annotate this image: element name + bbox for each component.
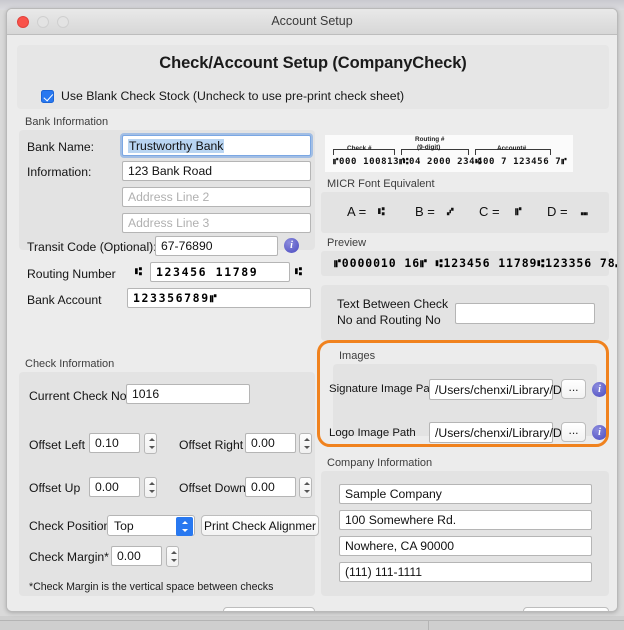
check-margin-stepper[interactable] xyxy=(166,546,179,567)
transit-code-label: Transit Code (Optional): xyxy=(27,240,157,254)
check-position-label: Check Position xyxy=(29,519,110,533)
signature-browse-button[interactable]: ... xyxy=(561,379,586,399)
micr-font-equivalent-label: MICR Font Equivalent xyxy=(327,178,435,190)
routing-symbol-left-icon: ⑆ xyxy=(135,264,144,278)
logo-image-path-label: Logo Image Path xyxy=(329,427,416,439)
company-line-3-input[interactable]: Nowhere, CA 90000 xyxy=(339,536,592,556)
chevron-updown-icon xyxy=(176,517,193,536)
page-title: Check/Account Setup (CompanyCheck) xyxy=(17,54,609,73)
routing-number-caption-line1: Routing # xyxy=(415,136,444,143)
bank-name-label: Bank Name: xyxy=(27,140,94,154)
offset-up-stepper[interactable] xyxy=(144,477,157,498)
information-label: Information: xyxy=(27,165,91,179)
offset-left-stepper[interactable] xyxy=(144,433,157,454)
check-margin-label: Check Margin* xyxy=(29,550,109,564)
desktop-backdrop-bottom xyxy=(0,616,624,630)
micr-letter-a: A = xyxy=(347,204,366,219)
screen: Account Setup Check/Account Setup (Compa… xyxy=(0,0,624,630)
offset-right-label: Offset Right xyxy=(179,438,243,452)
transit-code-info-icon[interactable]: i xyxy=(284,238,299,253)
current-check-no-input[interactable]: 1016 xyxy=(126,384,250,404)
check-information-group-label: Check Information xyxy=(25,358,114,370)
window-content: Check/Account Setup (CompanyCheck) Use B… xyxy=(7,35,618,612)
check-number-caption: Check # xyxy=(347,145,372,152)
window-titlebar[interactable]: Account Setup xyxy=(7,9,617,35)
check-position-select[interactable]: Top xyxy=(107,515,195,536)
micr-letter-b: B = xyxy=(415,204,435,219)
check-sample-micr-check: ⑈000 100813⑈ xyxy=(333,157,405,167)
logo-browse-button[interactable]: ... xyxy=(561,422,586,442)
signature-info-icon[interactable]: i xyxy=(592,382,607,397)
help-button[interactable]: Help xyxy=(523,607,609,612)
backdrop-seam xyxy=(0,620,624,621)
micr-letter-c: C = xyxy=(479,204,500,219)
check-sample-micr-routing: ⑆04 2000 234⑆ xyxy=(403,157,481,167)
check-sample-image: Check # Routing # (9-digit) Account# ⑈00… xyxy=(325,135,573,172)
offset-up-label: Offset Up xyxy=(29,481,80,495)
offset-right-stepper[interactable] xyxy=(299,433,312,454)
company-line-2-input[interactable]: 100 Somewhere Rd. xyxy=(339,510,592,530)
update-button[interactable]: Update xyxy=(223,607,315,612)
micr-letter-d: D = xyxy=(547,204,568,219)
use-blank-check-stock-label: Use Blank Check Stock (Uncheck to use pr… xyxy=(61,89,404,103)
transit-code-input[interactable]: 67-76890 xyxy=(155,236,278,256)
preview-label: Preview xyxy=(327,237,366,249)
company-line-4-input[interactable]: (111) 111-1111 xyxy=(339,562,592,582)
use-blank-check-stock-checkbox[interactable] xyxy=(41,90,54,103)
micr-glyph-a-icon: ⑆ xyxy=(378,205,385,218)
account-setup-window: Account Setup Check/Account Setup (Compa… xyxy=(6,8,618,612)
offset-down-label: Offset Down xyxy=(179,481,246,495)
print-check-alignment-button[interactable]: Print Check Alignmer xyxy=(201,515,319,536)
text-between-label-line2: No and Routing No xyxy=(337,313,441,327)
current-check-no-label: Current Check No. xyxy=(29,389,130,403)
offset-right-input[interactable]: 0.00 xyxy=(245,433,296,453)
text-between-input[interactable] xyxy=(455,303,595,324)
bank-information-group-label: Bank Information xyxy=(25,116,108,128)
check-margin-footnote: *Check Margin is the vertical space betw… xyxy=(29,581,273,593)
bank-account-label: Bank Account xyxy=(27,293,102,307)
micr-glyph-b-icon: ⑇ xyxy=(447,205,454,218)
bank-account-input[interactable]: 123356789⑈ xyxy=(127,288,311,308)
window-title: Account Setup xyxy=(7,14,617,28)
offset-left-input[interactable]: 0.10 xyxy=(89,433,140,453)
routing-number-label: Routing Number xyxy=(27,267,116,281)
offset-down-input[interactable]: 0.00 xyxy=(245,477,296,497)
check-sample-micr-account: 400 7 123456 7⑈ xyxy=(477,157,567,167)
logo-image-path-input[interactable]: /Users/chenxi/Library/Dev xyxy=(429,422,553,443)
offset-left-label: Offset Left xyxy=(29,438,85,452)
backdrop-seam-vertical xyxy=(428,620,429,630)
images-group-label: Images xyxy=(339,350,375,362)
text-between-label-line1: Text Between Check xyxy=(337,297,448,311)
micr-font-equivalent-band: A = ⑆ B = ⑇ C = ⑈ D = ⑉ xyxy=(321,192,609,233)
routing-number-input[interactable]: 123456 11789 xyxy=(150,262,290,282)
bank-name-value: Trustworthy Bank xyxy=(128,139,224,153)
account-number-caption: Account# xyxy=(497,145,526,152)
signature-image-path-label: Signature Image Path: xyxy=(329,383,442,395)
address-line-3-input[interactable]: Address Line 3 xyxy=(122,213,311,233)
offset-down-stepper[interactable] xyxy=(299,477,312,498)
micr-glyph-d-icon: ⑉ xyxy=(581,205,588,218)
micr-glyph-c-icon: ⑈ xyxy=(515,205,522,218)
header-card: Check/Account Setup (CompanyCheck) Use B… xyxy=(17,45,609,109)
bank-name-input[interactable]: Trustworthy Bank xyxy=(122,135,311,156)
routing-number-caption-line2: (9-digit) xyxy=(417,144,440,151)
preview-band: ⑈0000010 16⑈ ⑆123456 11789⑆123356 78⑇ xyxy=(321,251,609,276)
check-position-value: Top xyxy=(114,519,134,533)
check-margin-input[interactable]: 0.00 xyxy=(111,546,162,566)
preview-micr-value: ⑈0000010 16⑈ ⑆123456 11789⑆123356 78⑇ xyxy=(334,256,618,270)
address-line-2-input[interactable]: Address Line 2 xyxy=(122,187,311,207)
offset-up-input[interactable]: 0.00 xyxy=(89,477,140,497)
use-blank-check-stock-row[interactable]: Use Blank Check Stock (Uncheck to use pr… xyxy=(41,89,404,103)
company-information-group-label: Company Information xyxy=(327,457,432,469)
company-line-1-input[interactable]: Sample Company xyxy=(339,484,592,504)
routing-symbol-right-icon: ⑆ xyxy=(295,264,304,278)
signature-image-path-input[interactable]: /Users/chenxi/Library/Dev xyxy=(429,379,553,400)
logo-info-icon[interactable]: i xyxy=(592,425,607,440)
address-line-1-input[interactable]: 123 Bank Road xyxy=(122,161,311,181)
